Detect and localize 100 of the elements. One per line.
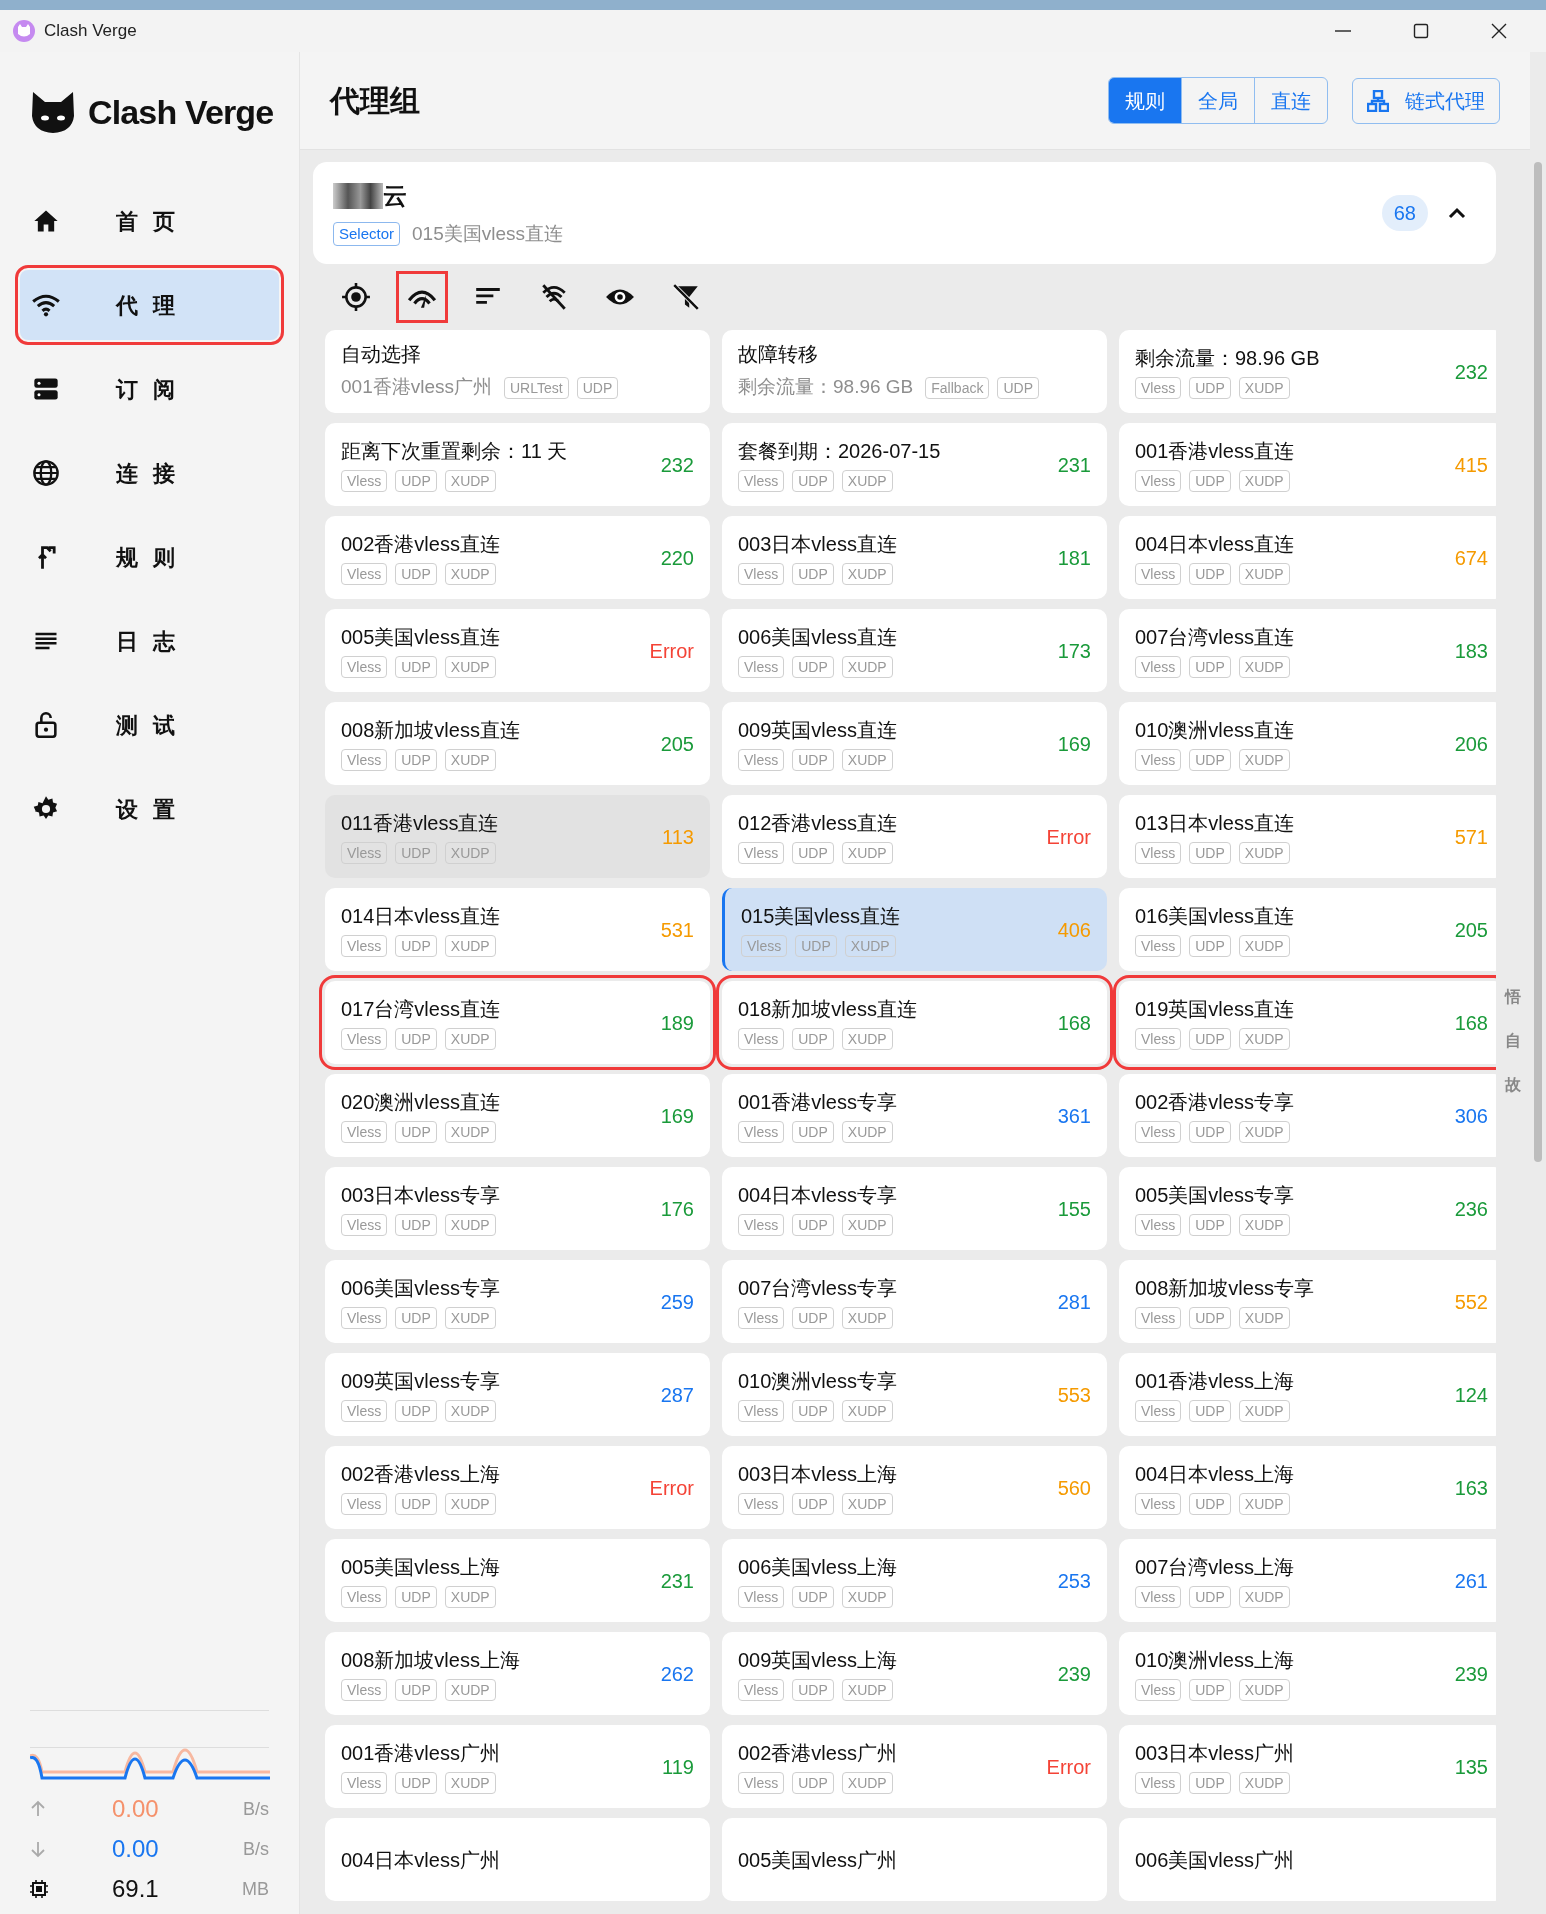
- proxy-card[interactable]: 006美国vless专享 Vless UDP XUDP 259: [325, 1260, 710, 1343]
- delay-value: 169: [1057, 731, 1091, 757]
- filter-off-icon: [671, 282, 701, 312]
- proxy-name: 009英国vless直连: [738, 717, 897, 743]
- proxy-tag: UDP: [395, 1585, 437, 1608]
- sidebar-item[interactable]: 首 页: [20, 186, 279, 256]
- proxy-card[interactable]: 003日本vless专享 Vless UDP XUDP 176: [325, 1167, 710, 1250]
- chain-proxy-button[interactable]: 链式代理: [1352, 77, 1500, 124]
- sidebar-item[interactable]: 设 置: [20, 774, 279, 844]
- proxy-card[interactable]: 009英国vless专享 Vless UDP XUDP 287: [325, 1353, 710, 1436]
- proxy-card[interactable]: 011香港vless直连 Vless UDP XUDP 113: [325, 795, 710, 878]
- proxy-card[interactable]: 故障转移 剩余流量：98.96 GB Fallback UDP: [722, 330, 1107, 413]
- speedometer-button[interactable]: [399, 274, 445, 320]
- collapse-caret-icon[interactable]: [1448, 207, 1466, 219]
- delay-value: 205: [660, 731, 694, 757]
- proxy-card[interactable]: 006美国vless直连 Vless UDP XUDP 173: [722, 609, 1107, 692]
- proxy-card[interactable]: 001香港vless广州 Vless UDP XUDP 119: [325, 1725, 710, 1808]
- proxy-card[interactable]: 004日本vless直连 Vless UDP XUDP 674: [1119, 516, 1496, 599]
- proxy-tag: Vless: [1135, 1771, 1182, 1794]
- proxy-card[interactable]: 012香港vless直连 Vless UDP XUDP Error: [722, 795, 1107, 878]
- proxy-card[interactable]: 020澳洲vless直连 Vless UDP XUDP 169: [325, 1074, 710, 1157]
- proxy-tag: Vless: [341, 1399, 388, 1422]
- scrollbar[interactable]: [1534, 162, 1542, 1162]
- delay-value: 232: [660, 452, 694, 478]
- proxy-card[interactable]: 008新加坡vless直连 Vless UDP XUDP 205: [325, 702, 710, 785]
- sidebar-item[interactable]: 订 阅: [20, 354, 279, 424]
- proxy-tag: UDP: [395, 562, 437, 585]
- unit-label: B/s: [243, 1837, 269, 1861]
- proxy-card[interactable]: 013日本vless直连 Vless UDP XUDP 571: [1119, 795, 1496, 878]
- proxy-card[interactable]: 自动选择 001香港vless广州 URLTest UDP: [325, 330, 710, 413]
- proxy-tag: UDP: [1189, 1585, 1231, 1608]
- proxy-card[interactable]: 套餐到期：2026-07-15 Vless UDP XUDP 231: [722, 423, 1107, 506]
- proxy-card[interactable]: 016美国vless直连 Vless UDP XUDP 205: [1119, 888, 1496, 971]
- proxy-card[interactable]: 002香港vless上海 Vless UDP XUDP Error: [325, 1446, 710, 1529]
- proxy-card[interactable]: 004日本vless广州: [325, 1818, 710, 1901]
- delay-value: 261: [1454, 1568, 1488, 1594]
- proxy-card[interactable]: 010澳洲vless专享 Vless UDP XUDP 553: [722, 1353, 1107, 1436]
- proxy-tag: XUDP: [444, 655, 496, 678]
- up-value: 0.00: [112, 1794, 160, 1824]
- proxy-card[interactable]: 002香港vless直连 Vless UDP XUDP 220: [325, 516, 710, 599]
- proxy-card[interactable]: 008新加坡vless上海 Vless UDP XUDP 262: [325, 1632, 710, 1715]
- proxy-card[interactable]: 001香港vless专享 Vless UDP XUDP 361: [722, 1074, 1107, 1157]
- proxy-tag: XUDP: [444, 1771, 496, 1794]
- proxy-name: 自动选择: [341, 342, 422, 368]
- delay-value: 119: [662, 1754, 694, 1780]
- proxy-card[interactable]: 005美国vless上海 Vless UDP XUDP 231: [325, 1539, 710, 1622]
- proxy-card[interactable]: 004日本vless专享 Vless UDP XUDP 155: [722, 1167, 1107, 1250]
- sidebar-item[interactable]: 连 接: [20, 438, 279, 508]
- proxy-card[interactable]: 距离下次重置剩余：11 天 Vless UDP XUDP 232: [325, 423, 710, 506]
- proxy-card[interactable]: 003日本vless上海 Vless UDP XUDP 560: [722, 1446, 1107, 1529]
- proxy-card[interactable]: 001香港vless直连 Vless UDP XUDP 415: [1119, 423, 1496, 506]
- proxy-tag: Vless: [738, 1213, 785, 1236]
- proxy-tag: UDP: [1189, 469, 1231, 492]
- down-value: 0.00: [112, 1834, 160, 1864]
- proxy-card[interactable]: 剩余流量：98.96 GB Vless UDP XUDP 232: [1119, 330, 1496, 413]
- proxy-card[interactable]: 003日本vless直连 Vless UDP XUDP 181: [722, 516, 1107, 599]
- proxy-tag: UDP: [395, 655, 437, 678]
- mode-tab[interactable]: 直连: [1254, 78, 1327, 123]
- proxy-card[interactable]: 005美国vless直连 Vless UDP XUDP Error: [325, 609, 710, 692]
- proxy-name: 017台湾vless直连: [341, 996, 500, 1022]
- proxy-card[interactable]: 003日本vless广州 Vless UDP XUDP 135: [1119, 1725, 1496, 1808]
- proxy-tag: Vless: [1135, 1585, 1182, 1608]
- proxy-tag: Vless: [1135, 748, 1182, 771]
- proxy-tag: XUDP: [841, 1306, 893, 1329]
- proxy-card[interactable]: 004日本vless上海 Vless UDP XUDP 163: [1119, 1446, 1496, 1529]
- proxy-tag: UDP: [792, 655, 834, 678]
- proxy-tag: Vless: [1135, 655, 1182, 678]
- mode-tab[interactable]: 全局: [1181, 78, 1254, 123]
- mode-tab[interactable]: 规则: [1109, 78, 1181, 123]
- proxy-card[interactable]: 007台湾vless上海 Vless UDP XUDP 261: [1119, 1539, 1496, 1622]
- proxy-tag: XUDP: [444, 1213, 496, 1236]
- maximize-icon: [1413, 23, 1429, 39]
- sidebar-item[interactable]: 规 则: [20, 522, 279, 592]
- sidebar-item[interactable]: 日 志: [20, 606, 279, 676]
- proxy-tag: XUDP: [1238, 1213, 1290, 1236]
- proxy-card[interactable]: 007台湾vless直连 Vless UDP XUDP 183: [1119, 609, 1496, 692]
- proxy-card[interactable]: 005美国vless广州: [722, 1818, 1107, 1901]
- proxy-tag: Vless: [341, 1213, 388, 1236]
- proxy-card[interactable]: 006美国vless上海 Vless UDP XUDP 253: [722, 1539, 1107, 1622]
- proxy-tag: XUDP: [841, 469, 893, 492]
- proxy-card[interactable]: 007台湾vless专享 Vless UDP XUDP 281: [722, 1260, 1107, 1343]
- proxy-tag: Vless: [1135, 376, 1182, 399]
- proxy-group-card[interactable]: 云 Selector 015美国vless直连 68: [313, 162, 1496, 264]
- proxy-tag: UDP: [792, 1399, 834, 1422]
- proxy-card[interactable]: 009英国vless直连 Vless UDP XUDP 169: [722, 702, 1107, 785]
- proxy-card[interactable]: 005美国vless专享 Vless UDP XUDP 236: [1119, 1167, 1496, 1250]
- proxy-card[interactable]: 014日本vless直连 Vless UDP XUDP 531: [325, 888, 710, 971]
- proxy-card[interactable]: 002香港vless广州 Vless UDP XUDP Error: [722, 1725, 1107, 1808]
- proxy-card[interactable]: 010澳洲vless上海 Vless UDP XUDP 239: [1119, 1632, 1496, 1715]
- proxy-tag: XUDP: [841, 1399, 893, 1422]
- sidebar-item[interactable]: 测 试: [20, 690, 279, 760]
- proxy-card[interactable]: 008新加坡vless专享 Vless UDP XUDP 552: [1119, 1260, 1496, 1343]
- proxy-card[interactable]: 006美国vless广州: [1119, 1818, 1496, 1901]
- proxy-tag: XUDP: [841, 1585, 893, 1608]
- proxy-card[interactable]: 010澳洲vless直连 Vless UDP XUDP 206: [1119, 702, 1496, 785]
- proxy-tag: XUDP: [1238, 1771, 1290, 1794]
- proxy-card[interactable]: 002香港vless专享 Vless UDP XUDP 306: [1119, 1074, 1496, 1157]
- proxy-card[interactable]: 001香港vless上海 Vless UDP XUDP 124: [1119, 1353, 1496, 1436]
- proxy-card[interactable]: 009英国vless上海 Vless UDP XUDP 239: [722, 1632, 1107, 1715]
- proxy-card[interactable]: 015美国vless直连 Vless UDP XUDP 406: [722, 888, 1107, 971]
